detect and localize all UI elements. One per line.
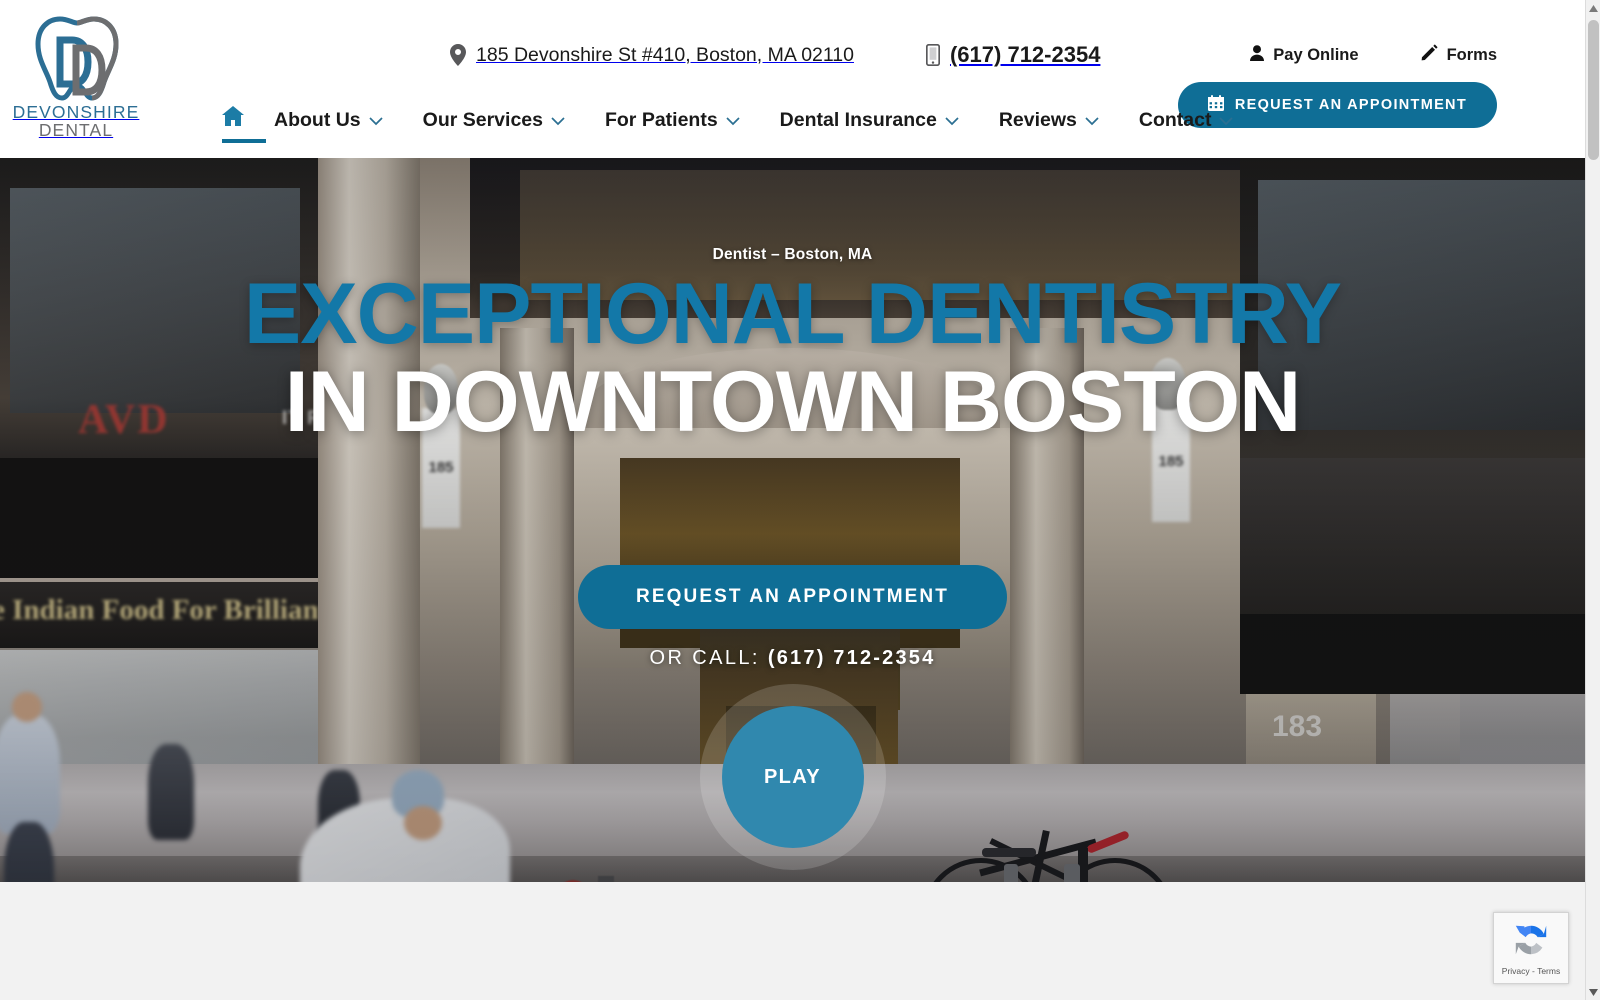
hero-eyebrow: Dentist – Boston, MA bbox=[712, 246, 873, 263]
nav-item-our-services[interactable]: Our Services bbox=[423, 100, 587, 140]
chevron-down-icon bbox=[726, 100, 740, 140]
header-contact-row: 185 Devonshire St #410, Boston, MA 02110… bbox=[450, 42, 1100, 68]
hero-banner: AVD IT RECRUITING e Indian Food For Bril… bbox=[0, 158, 1585, 882]
nav-active-underline bbox=[222, 139, 266, 143]
hero-call-number[interactable]: (617) 712-2354 bbox=[768, 647, 936, 669]
pay-online-link[interactable]: Pay Online bbox=[1250, 44, 1359, 66]
logo-wordmark: DEVONSHIRE DENTAL bbox=[12, 102, 140, 140]
header-address[interactable]: 185 Devonshire St #410, Boston, MA 02110 bbox=[450, 44, 854, 67]
nav-label-dental-insurance: Dental Insurance bbox=[779, 109, 937, 131]
main-navigation: About Us Our Services For Patients Denta… bbox=[222, 100, 1273, 143]
header-address-text: 185 Devonshire St #410, Boston, MA 02110 bbox=[476, 43, 854, 66]
vertical-scrollbar[interactable] bbox=[1585, 0, 1600, 1000]
nav-label-our-services: Our Services bbox=[422, 109, 543, 131]
pay-online-label: Pay Online bbox=[1273, 45, 1359, 64]
nav-label-contact: Contact bbox=[1138, 109, 1212, 131]
pencil-icon bbox=[1421, 44, 1438, 66]
nav-item-about-us[interactable]: About Us bbox=[274, 100, 405, 140]
hero-play-control: PLAY bbox=[699, 684, 886, 871]
hero-headline-line-1: EXCEPTIONAL DENTISTRY bbox=[243, 266, 1342, 362]
chevron-down-icon bbox=[551, 100, 565, 140]
play-video-button[interactable]: PLAY bbox=[721, 706, 864, 849]
home-icon bbox=[222, 100, 244, 140]
chevron-down-icon bbox=[945, 100, 959, 140]
forms-link[interactable]: Forms bbox=[1421, 44, 1497, 66]
chevron-down-icon bbox=[1085, 100, 1099, 140]
nav-label-reviews: Reviews bbox=[998, 109, 1077, 131]
nav-item-contact[interactable]: Contact bbox=[1139, 100, 1256, 140]
site-header: DEVONSHIRE DENTAL 185 Devonshire St #410… bbox=[0, 0, 1585, 158]
mobile-phone-icon bbox=[925, 44, 940, 66]
site-logo[interactable]: DEVONSHIRE DENTAL bbox=[12, 14, 140, 144]
map-pin-icon bbox=[450, 44, 466, 66]
header-utility-links: Pay Online Forms bbox=[1250, 44, 1497, 66]
user-icon bbox=[1250, 44, 1265, 66]
hero-headline-line-2: IN DOWNTOWN BOSTON bbox=[284, 353, 1302, 450]
hero-call-prefix: OR CALL: bbox=[649, 647, 768, 670]
sidebar-item-home[interactable] bbox=[222, 100, 266, 143]
chevron-down-icon bbox=[369, 100, 383, 140]
logo-line-2: DENTAL bbox=[38, 119, 114, 140]
forms-label: Forms bbox=[1446, 45, 1497, 64]
scrollbar-down-arrow-icon[interactable] bbox=[1586, 984, 1600, 1000]
logo-line-1: DEVONSHIRE bbox=[12, 102, 140, 122]
below-hero-section bbox=[0, 882, 1585, 1000]
scrollbar-up-arrow-icon[interactable] bbox=[1586, 0, 1600, 16]
tooth-dd-monogram-logo-icon bbox=[35, 16, 119, 101]
header-phone[interactable]: (617) 712-2354 bbox=[925, 42, 1101, 68]
nav-label-about-us: About Us bbox=[274, 109, 361, 131]
nav-item-for-patients[interactable]: For Patients bbox=[605, 100, 762, 140]
nav-item-dental-insurance[interactable]: Dental Insurance bbox=[780, 100, 981, 140]
nav-item-reviews[interactable]: Reviews bbox=[999, 100, 1121, 140]
recaptcha-badge[interactable]: Privacy - Terms bbox=[1493, 912, 1569, 984]
browser-viewport: DEVONSHIRE DENTAL 185 Devonshire St #410… bbox=[0, 0, 1585, 1000]
header-phone-text: (617) 712-2354 bbox=[949, 42, 1101, 67]
hero-call-line: OR CALL: (617) 712-2354 bbox=[650, 647, 936, 670]
recaptcha-logo-icon bbox=[1512, 921, 1550, 964]
scrollbar-thumb[interactable] bbox=[1588, 20, 1599, 160]
chevron-down-icon bbox=[1219, 100, 1234, 140]
recaptcha-privacy-terms[interactable]: Privacy - Terms bbox=[1502, 966, 1560, 976]
hero-request-appointment-button[interactable]: REQUEST AN APPOINTMENT bbox=[578, 565, 1007, 630]
nav-label-for-patients: For Patients bbox=[604, 109, 718, 131]
hero-content: Dentist – Boston, MA EXCEPTIONAL DENTIST… bbox=[0, 158, 1585, 882]
